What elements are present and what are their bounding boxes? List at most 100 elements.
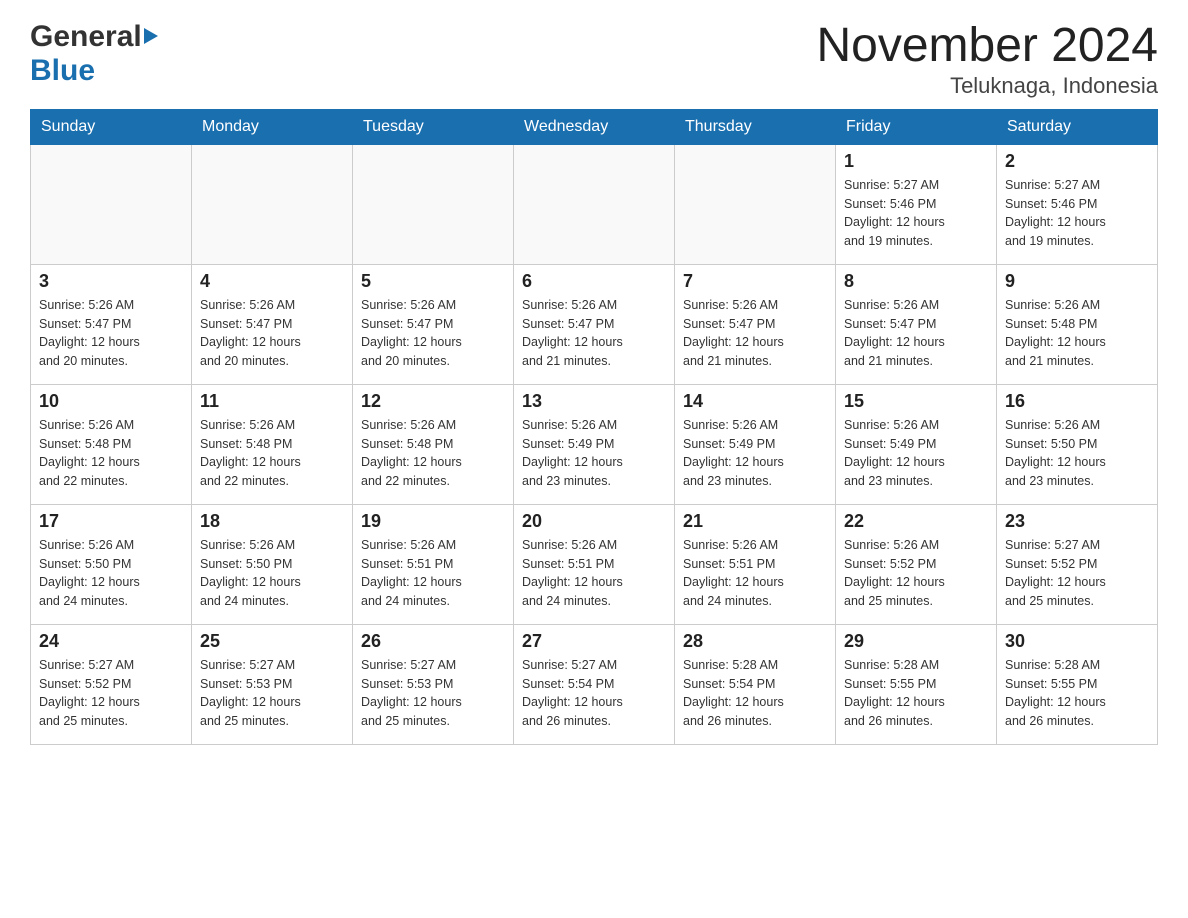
weekday-header-monday: Monday: [192, 109, 353, 144]
day-number: 20: [522, 511, 666, 532]
weekday-header-thursday: Thursday: [675, 109, 836, 144]
day-number: 17: [39, 511, 183, 532]
day-number: 29: [844, 631, 988, 652]
day-number: 9: [1005, 271, 1149, 292]
day-cell: 9 Sunrise: 5:26 AMSunset: 5:48 PMDaylight…: [997, 264, 1158, 384]
weekday-header-row: SundayMondayTuesdayWednesdayThursdayFrid…: [31, 109, 1158, 144]
day-info: Sunrise: 5:27 AMSunset: 5:54 PMDaylight:…: [522, 656, 666, 731]
day-info: Sunrise: 5:26 AMSunset: 5:51 PMDaylight:…: [361, 536, 505, 611]
day-number: 15: [844, 391, 988, 412]
day-cell: [192, 144, 353, 264]
day-info: Sunrise: 5:26 AMSunset: 5:47 PMDaylight:…: [844, 296, 988, 371]
logo-blue-text: Blue: [30, 54, 95, 87]
day-info: Sunrise: 5:26 AMSunset: 5:48 PMDaylight:…: [39, 416, 183, 491]
day-number: 8: [844, 271, 988, 292]
day-cell: 4 Sunrise: 5:26 AMSunset: 5:47 PMDaylight…: [192, 264, 353, 384]
day-number: 12: [361, 391, 505, 412]
day-cell: 17 Sunrise: 5:26 AMSunset: 5:50 PMDayligh…: [31, 504, 192, 624]
day-info: Sunrise: 5:27 AMSunset: 5:46 PMDaylight:…: [1005, 176, 1149, 251]
day-number: 2: [1005, 151, 1149, 172]
day-cell: 10Sunrise: 5:26 AMSunset: 5:48 PMDayligh…: [31, 384, 192, 504]
logo-arrow-icon: [144, 28, 158, 44]
week-row-5: 24 Sunrise: 5:27 AMSunset: 5:52 PMDayligh…: [31, 624, 1158, 744]
day-info: Sunrise: 5:26 AMSunset: 5:48 PMDaylight:…: [200, 416, 344, 491]
weekday-header-wednesday: Wednesday: [514, 109, 675, 144]
day-info: Sunrise: 5:28 AMSunset: 5:54 PMDaylight:…: [683, 656, 827, 731]
day-info: Sunrise: 5:27 AMSunset: 5:53 PMDaylight:…: [200, 656, 344, 731]
day-cell: 27 Sunrise: 5:27 AMSunset: 5:54 PMDayligh…: [514, 624, 675, 744]
day-info: Sunrise: 5:26 AMSunset: 5:51 PMDaylight:…: [522, 536, 666, 611]
day-cell: 26 Sunrise: 5:27 AMSunset: 5:53 PMDayligh…: [353, 624, 514, 744]
day-cell: [31, 144, 192, 264]
day-info: Sunrise: 5:27 AMSunset: 5:52 PMDaylight:…: [1005, 536, 1149, 611]
day-cell: 23Sunrise: 5:27 AMSunset: 5:52 PMDayligh…: [997, 504, 1158, 624]
day-number: 4: [200, 271, 344, 292]
day-info: Sunrise: 5:26 AMSunset: 5:50 PMDaylight:…: [1005, 416, 1149, 491]
day-cell: 20 Sunrise: 5:26 AMSunset: 5:51 PMDayligh…: [514, 504, 675, 624]
day-number: 11: [200, 391, 344, 412]
day-info: Sunrise: 5:28 AMSunset: 5:55 PMDaylight:…: [1005, 656, 1149, 731]
day-cell: 16 Sunrise: 5:26 AMSunset: 5:50 PMDayligh…: [997, 384, 1158, 504]
day-info: Sunrise: 5:26 AMSunset: 5:47 PMDaylight:…: [361, 296, 505, 371]
day-number: 26: [361, 631, 505, 652]
day-info: Sunrise: 5:27 AMSunset: 5:52 PMDaylight:…: [39, 656, 183, 731]
day-info: Sunrise: 5:26 AMSunset: 5:47 PMDaylight:…: [522, 296, 666, 371]
day-number: 19: [361, 511, 505, 532]
day-info: Sunrise: 5:26 AMSunset: 5:51 PMDaylight:…: [683, 536, 827, 611]
day-number: 21: [683, 511, 827, 532]
week-row-3: 10Sunrise: 5:26 AMSunset: 5:48 PMDayligh…: [31, 384, 1158, 504]
logo: General Blue: [30, 20, 158, 88]
day-number: 18: [200, 511, 344, 532]
day-cell: 11 Sunrise: 5:26 AMSunset: 5:48 PMDayligh…: [192, 384, 353, 504]
day-info: Sunrise: 5:27 AMSunset: 5:53 PMDaylight:…: [361, 656, 505, 731]
day-info: Sunrise: 5:26 AMSunset: 5:49 PMDaylight:…: [683, 416, 827, 491]
day-number: 5: [361, 271, 505, 292]
weekday-header-tuesday: Tuesday: [353, 109, 514, 144]
day-cell: 22 Sunrise: 5:26 AMSunset: 5:52 PMDayligh…: [836, 504, 997, 624]
day-cell: [675, 144, 836, 264]
day-cell: 1Sunrise: 5:27 AMSunset: 5:46 PMDaylight…: [836, 144, 997, 264]
page-subtitle: Teluknaga, Indonesia: [816, 73, 1158, 99]
day-cell: 18Sunrise: 5:26 AMSunset: 5:50 PMDayligh…: [192, 504, 353, 624]
day-number: 16: [1005, 391, 1149, 412]
day-cell: 30 Sunrise: 5:28 AMSunset: 5:55 PMDayligh…: [997, 624, 1158, 744]
day-info: Sunrise: 5:26 AMSunset: 5:48 PMDaylight:…: [1005, 296, 1149, 371]
day-number: 28: [683, 631, 827, 652]
day-cell: 14 Sunrise: 5:26 AMSunset: 5:49 PMDayligh…: [675, 384, 836, 504]
calendar-table: SundayMondayTuesdayWednesdayThursdayFrid…: [30, 109, 1158, 745]
day-number: 30: [1005, 631, 1149, 652]
day-cell: 5 Sunrise: 5:26 AMSunset: 5:47 PMDaylight…: [353, 264, 514, 384]
day-cell: 24 Sunrise: 5:27 AMSunset: 5:52 PMDayligh…: [31, 624, 192, 744]
day-info: Sunrise: 5:28 AMSunset: 5:55 PMDaylight:…: [844, 656, 988, 731]
day-number: 27: [522, 631, 666, 652]
day-number: 25: [200, 631, 344, 652]
day-info: Sunrise: 5:26 AMSunset: 5:52 PMDaylight:…: [844, 536, 988, 611]
day-cell: 2 Sunrise: 5:27 AMSunset: 5:46 PMDaylight…: [997, 144, 1158, 264]
title-block: November 2024 Teluknaga, Indonesia: [816, 20, 1158, 99]
day-info: Sunrise: 5:26 AMSunset: 5:47 PMDaylight:…: [200, 296, 344, 371]
week-row-2: 3 Sunrise: 5:26 AMSunset: 5:47 PMDaylight…: [31, 264, 1158, 384]
day-cell: 6 Sunrise: 5:26 AMSunset: 5:47 PMDaylight…: [514, 264, 675, 384]
day-number: 6: [522, 271, 666, 292]
page-header: General Blue November 2024 Teluknaga, In…: [30, 20, 1158, 99]
day-cell: 3 Sunrise: 5:26 AMSunset: 5:47 PMDaylight…: [31, 264, 192, 384]
day-number: 13: [522, 391, 666, 412]
day-cell: 28 Sunrise: 5:28 AMSunset: 5:54 PMDayligh…: [675, 624, 836, 744]
day-info: Sunrise: 5:26 AMSunset: 5:50 PMDaylight:…: [39, 536, 183, 611]
week-row-4: 17 Sunrise: 5:26 AMSunset: 5:50 PMDayligh…: [31, 504, 1158, 624]
day-number: 24: [39, 631, 183, 652]
weekday-header-sunday: Sunday: [31, 109, 192, 144]
week-row-1: 1Sunrise: 5:27 AMSunset: 5:46 PMDaylight…: [31, 144, 1158, 264]
day-info: Sunrise: 5:26 AMSunset: 5:49 PMDaylight:…: [844, 416, 988, 491]
day-number: 3: [39, 271, 183, 292]
logo-general-text: General: [30, 20, 142, 53]
day-info: Sunrise: 5:26 AMSunset: 5:48 PMDaylight:…: [361, 416, 505, 491]
day-cell: 15 Sunrise: 5:26 AMSunset: 5:49 PMDayligh…: [836, 384, 997, 504]
day-number: 22: [844, 511, 988, 532]
day-info: Sunrise: 5:27 AMSunset: 5:46 PMDaylight:…: [844, 176, 988, 251]
day-number: 14: [683, 391, 827, 412]
day-cell: 13Sunrise: 5:26 AMSunset: 5:49 PMDayligh…: [514, 384, 675, 504]
day-cell: 7Sunrise: 5:26 AMSunset: 5:47 PMDaylight…: [675, 264, 836, 384]
day-cell: 19 Sunrise: 5:26 AMSunset: 5:51 PMDayligh…: [353, 504, 514, 624]
day-info: Sunrise: 5:26 AMSunset: 5:47 PMDaylight:…: [39, 296, 183, 371]
